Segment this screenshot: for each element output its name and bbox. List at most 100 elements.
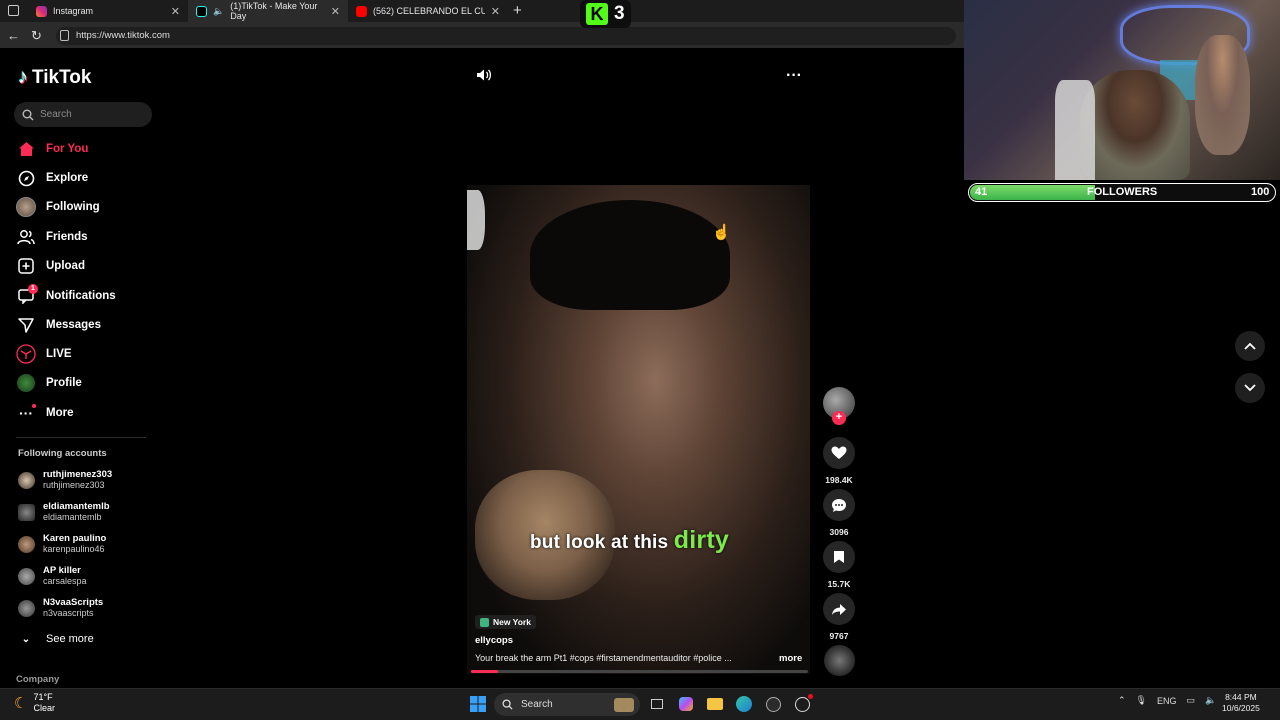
tiktok-icon — [196, 5, 207, 17]
tab-tiktok[interactable]: 🔈 (1)TikTok - Make Your Day ✕ — [188, 0, 348, 22]
webcam-person — [1080, 70, 1190, 180]
discord-icon[interactable] — [762, 694, 784, 714]
url-field[interactable]: https://www.tiktok.com — [56, 27, 956, 45]
heart-icon — [823, 437, 855, 469]
company-link[interactable]: Company — [16, 674, 59, 685]
music-disc-icon[interactable] — [824, 645, 855, 676]
following-account[interactable]: Karen paulino karenpaulino46 — [18, 531, 106, 557]
avatar — [18, 567, 35, 585]
share-arrow-icon — [823, 593, 855, 625]
avatar — [18, 599, 35, 617]
tab-audio-icon[interactable]: 🔈 — [213, 6, 224, 17]
video-description: Your break the arm Pt1 #cops #firstamend… — [475, 653, 732, 663]
save-count: 15.7K — [827, 579, 851, 589]
following-account[interactable]: eldiamantemlb eldiamantemlb — [18, 499, 110, 525]
sidebar-item-upload[interactable]: Upload — [16, 255, 85, 277]
new-tab-button[interactable]: + — [513, 2, 522, 19]
volume-icon[interactable] — [476, 68, 492, 87]
network-icon[interactable]: ▭ — [1187, 695, 1196, 706]
comment-count: 3096 — [829, 527, 849, 537]
taskbar-search[interactable]: Search — [494, 693, 640, 716]
search-icon — [22, 109, 34, 120]
save-button[interactable]: 15.7K — [822, 541, 856, 589]
tray-chevron-up-icon[interactable]: ⌃ — [1118, 695, 1126, 706]
sidebar-divider — [16, 437, 146, 438]
comment-icon — [823, 489, 855, 521]
copilot-icon[interactable] — [675, 694, 697, 714]
sidebar-item-explore[interactable]: Explore — [16, 167, 88, 189]
tiktok-logo[interactable]: ♪ TikTok — [18, 66, 91, 89]
task-view-icon[interactable] — [646, 694, 668, 714]
following-account[interactable]: AP killer carsalespa — [18, 563, 87, 589]
following-accounts-title: Following accounts — [18, 448, 107, 459]
avatar — [18, 503, 35, 521]
follower-goal-fill — [970, 185, 1095, 200]
weather-moon-icon: ☾ — [14, 695, 28, 712]
next-video-button[interactable] — [1235, 373, 1265, 403]
close-tab-icon[interactable]: ✕ — [331, 5, 340, 18]
sidebar-item-for-you[interactable]: For You — [16, 138, 88, 160]
compass-icon — [16, 168, 36, 188]
location-tag[interactable]: New York — [475, 615, 536, 629]
sidebar-item-more[interactable]: ··· More — [16, 402, 73, 424]
kick-logo-icon: K — [586, 3, 608, 25]
video-frame-detail — [530, 200, 730, 310]
upload-icon — [16, 256, 36, 276]
sidebar-item-friends[interactable]: Friends — [16, 226, 88, 248]
share-button[interactable]: 9767 — [822, 593, 856, 641]
avatar — [18, 471, 35, 489]
location-pin-icon — [480, 617, 489, 627]
video-progress-bar[interactable] — [471, 670, 808, 673]
speaker-icon[interactable]: 🔈 — [1205, 695, 1216, 706]
bookmark-icon — [823, 541, 855, 573]
like-count: 198.4K — [825, 475, 853, 485]
close-tab-icon[interactable]: ✕ — [491, 5, 500, 18]
video-frame-detail — [467, 190, 485, 250]
follow-plus-icon[interactable]: + — [832, 411, 846, 425]
sidebar-item-profile[interactable]: Profile — [16, 372, 82, 394]
windows-start-icon[interactable] — [467, 694, 489, 714]
close-tab-icon[interactable]: ✕ — [171, 5, 180, 18]
video-caption: but look at this dirty — [530, 526, 729, 554]
search-input[interactable]: Search — [14, 102, 152, 127]
tab-youtube[interactable]: (562) CELEBRANDO EL CUMPLEA ✕ — [348, 0, 508, 22]
following-account[interactable]: N3vaaScripts n3vaascripts — [18, 595, 103, 621]
previous-video-button[interactable] — [1235, 331, 1265, 361]
video-progress-fill — [471, 670, 498, 673]
microphone-icon[interactable]: 🎙 — [1136, 695, 1147, 706]
obs-icon[interactable] — [791, 693, 813, 714]
refresh-icon[interactable]: ↻ — [31, 28, 42, 44]
hand-cursor-icon: ☝ — [712, 224, 731, 241]
inbox-icon: 1 — [16, 284, 38, 306]
taskbar-clock[interactable]: 8:44 PM 10/6/2025 — [1222, 692, 1260, 714]
send-icon — [16, 315, 36, 335]
sidebar-item-messages[interactable]: Messages — [16, 314, 101, 336]
sidebar-item-following[interactable]: Following — [16, 196, 100, 218]
more-options-icon[interactable]: ··· — [786, 67, 802, 85]
tab-actions-icon[interactable] — [8, 5, 19, 16]
chevron-down-icon: ⌄ — [21, 633, 31, 645]
sidebar-item-live[interactable]: LIVE — [16, 343, 72, 365]
like-button[interactable]: 198.4K — [822, 437, 856, 485]
goal-label: FOLLOWERS — [1087, 186, 1158, 198]
file-explorer-icon[interactable] — [704, 694, 726, 714]
back-icon[interactable]: ← — [7, 28, 20, 43]
weather-widget[interactable]: ☾ 71°F Clear — [14, 692, 55, 714]
language-indicator[interactable]: ENG — [1157, 696, 1177, 706]
webcam-chair — [1055, 80, 1095, 180]
comment-button[interactable]: 3096 — [822, 489, 856, 537]
see-more-button[interactable]: ⌄ See more — [16, 628, 94, 650]
webcam-person — [1195, 35, 1250, 155]
description-more-button[interactable]: more — [779, 653, 802, 664]
home-icon — [16, 139, 36, 159]
following-account[interactable]: ruthjimenez303 ruthjimenez303 — [18, 467, 112, 493]
avatar — [18, 535, 35, 553]
tab-instagram[interactable]: Instagram ✕ — [28, 0, 188, 22]
site-info-icon[interactable] — [60, 30, 69, 41]
chevron-down-icon — [1244, 384, 1256, 392]
video-author[interactable]: ellycops — [475, 635, 513, 646]
system-tray: ⌃ 🎙 ENG ▭ 🔈 — [1118, 695, 1216, 706]
edge-browser-icon[interactable] — [733, 694, 755, 714]
live-icon — [16, 344, 36, 364]
sidebar-item-notifications[interactable]: 1 Notifications — [16, 284, 116, 307]
